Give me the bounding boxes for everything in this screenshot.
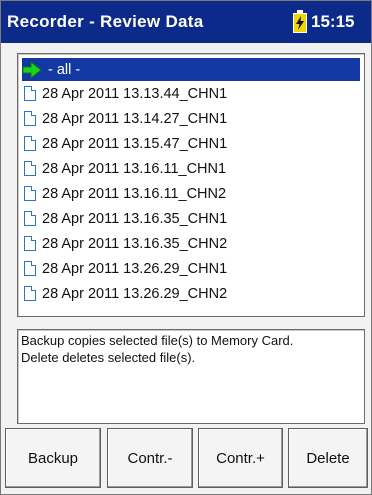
list-item-label: 28 Apr 2011 13.16.11_CHN1 <box>42 160 227 177</box>
list-item-label: 28 Apr 2011 13.15.47_CHN1 <box>42 135 228 152</box>
file-icon <box>24 236 36 251</box>
file-icon <box>24 86 36 101</box>
list-item-label: 28 Apr 2011 13.16.35_CHN2 <box>42 235 228 252</box>
file-icon <box>24 286 36 301</box>
list-item-label: 28 Apr 2011 13.26.29_CHN2 <box>42 285 228 302</box>
contrast-increase-button[interactable]: Contr.+ <box>198 428 283 488</box>
list-item-label: 28 Apr 2011 13.13.44_CHN1 <box>42 85 228 102</box>
file-list[interactable]: - all - 28 Apr 2011 13.13.44_CHN1 28 Apr… <box>17 53 365 317</box>
window-title: Recorder - Review Data <box>7 12 204 31</box>
info-text-box: Backup copies selected file(s) to Memory… <box>17 329 365 424</box>
list-item-label: 28 Apr 2011 13.16.35_CHN1 <box>42 210 228 227</box>
file-icon <box>24 161 36 176</box>
file-icon <box>24 261 36 276</box>
file-icon <box>24 211 36 226</box>
list-item[interactable]: 28 Apr 2011 13.16.11_CHN1 <box>22 157 360 180</box>
list-item-label: 28 Apr 2011 13.16.11_CHN2 <box>42 185 227 202</box>
list-item-label: - all - <box>48 61 81 78</box>
title-bar: Recorder - Review Data 15:15 <box>1 1 371 43</box>
info-line: Backup copies selected file(s) to Memory… <box>21 333 294 348</box>
list-item[interactable]: 28 Apr 2011 13.14.27_CHN1 <box>22 107 360 130</box>
info-line: Delete deletes selected file(s). <box>21 350 196 365</box>
list-item[interactable]: 28 Apr 2011 13.26.29_CHN2 <box>22 282 360 305</box>
list-item-label: 28 Apr 2011 13.14.27_CHN1 <box>42 110 228 127</box>
green-arrow-icon <box>22 61 42 78</box>
list-item[interactable]: 28 Apr 2011 13.16.35_CHN1 <box>22 207 360 230</box>
list-item[interactable]: 28 Apr 2011 13.13.44_CHN1 <box>22 82 360 105</box>
list-item[interactable]: 28 Apr 2011 13.16.11_CHN2 <box>22 182 360 205</box>
list-item-label: 28 Apr 2011 13.26.29_CHN1 <box>42 260 228 277</box>
file-icon <box>24 111 36 126</box>
list-item[interactable]: 28 Apr 2011 13.26.29_CHN1 <box>22 257 360 280</box>
contrast-decrease-button[interactable]: Contr.- <box>107 428 193 488</box>
clock: 15:15 <box>311 12 355 31</box>
delete-button[interactable]: Delete <box>288 428 368 488</box>
battery-charging-icon <box>293 10 307 33</box>
backup-button[interactable]: Backup <box>5 428 101 488</box>
list-item-all[interactable]: - all - <box>22 58 360 81</box>
file-icon <box>24 186 36 201</box>
list-item[interactable]: 28 Apr 2011 13.16.35_CHN2 <box>22 232 360 255</box>
app-window: Recorder - Review Data 15:15 - all - 28 … <box>0 0 372 495</box>
list-item[interactable]: 28 Apr 2011 13.15.47_CHN1 <box>22 132 360 155</box>
file-icon <box>24 136 36 151</box>
